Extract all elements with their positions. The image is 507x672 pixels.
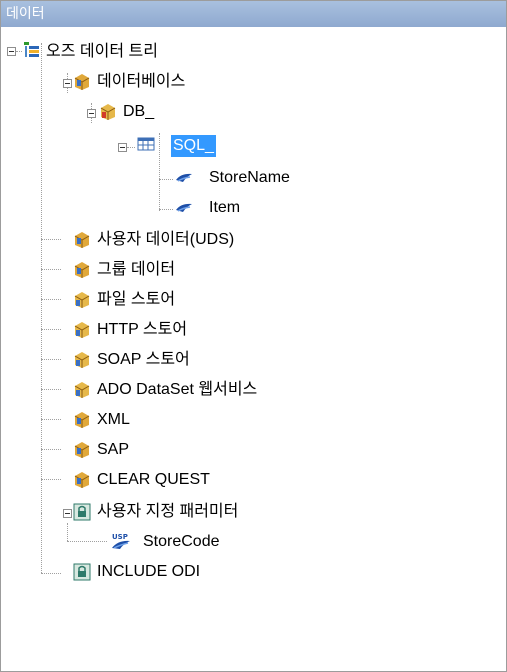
tree-connector	[41, 269, 61, 270]
table-icon	[137, 135, 155, 153]
tree-connector	[41, 239, 61, 240]
user-parameter-icon: USP	[111, 531, 130, 549]
parameter-folder-icon	[73, 503, 91, 521]
collapse-toggle[interactable]	[87, 109, 96, 118]
store-icon	[73, 381, 91, 399]
tree-node-xml[interactable]: XML	[95, 409, 132, 431]
collapse-toggle[interactable]	[63, 79, 72, 88]
store-icon	[73, 291, 91, 309]
panel-title: 데이터	[1, 1, 506, 27]
tree-node-group-data[interactable]: 그룹 데이터	[95, 259, 177, 281]
data-source-folder-icon	[73, 261, 91, 279]
data-source-folder-icon	[73, 441, 91, 459]
data-source-folder-icon	[73, 231, 91, 249]
tree-connector	[41, 573, 61, 574]
data-source-folder-icon	[73, 471, 91, 489]
tree-node-field-storename[interactable]: StoreName	[207, 167, 292, 189]
tree-node-sql[interactable]: SQL_	[171, 135, 216, 157]
tree-connector	[41, 513, 42, 573]
data-panel: 데이터 오즈 데이터 트리 데이터베이스 DB_ SQL_ StoreName …	[0, 0, 507, 672]
tree-node-sap[interactable]: SAP	[95, 439, 131, 461]
field-icon	[175, 199, 193, 217]
data-tree-root-icon	[23, 41, 41, 59]
tree-connector	[41, 419, 61, 420]
store-icon	[73, 351, 91, 369]
tree-node-db[interactable]: DB_	[121, 101, 156, 123]
tree-node-ado-webservice[interactable]: ADO DataSet 웹서비스	[95, 379, 259, 401]
tree-node-field-item[interactable]: Item	[207, 197, 242, 219]
tree-node-clearquest[interactable]: CLEAR QUEST	[95, 469, 212, 491]
tree-node-user-data[interactable]: 사용자 데이터(UDS)	[95, 229, 236, 251]
tree-connector	[159, 209, 173, 210]
tree-node-param-storecode[interactable]: StoreCode	[141, 531, 222, 553]
tree-connector	[67, 523, 68, 541]
tree-node-root[interactable]: 오즈 데이터 트리	[44, 41, 160, 63]
tree-connector	[41, 43, 42, 513]
collapse-toggle[interactable]	[118, 143, 127, 152]
svg-text:USP: USP	[112, 533, 128, 541]
tree-node-file-store[interactable]: 파일 스토어	[95, 289, 177, 311]
tree-node-soap-store[interactable]: SOAP 스토어	[95, 349, 192, 371]
tree-connector	[16, 51, 22, 52]
tree-connector	[41, 329, 61, 330]
tree-connector	[67, 541, 107, 542]
tree-node-include-odi[interactable]: INCLUDE ODI	[95, 561, 202, 583]
field-icon	[175, 169, 193, 187]
tree-connector	[159, 179, 173, 180]
tree-connector	[159, 133, 160, 211]
collapse-toggle[interactable]	[63, 509, 72, 518]
collapse-toggle[interactable]	[7, 47, 16, 56]
database-icon	[99, 103, 117, 121]
data-source-folder-icon	[73, 411, 91, 429]
tree-node-user-params[interactable]: 사용자 지정 패러미터	[95, 501, 240, 523]
tree-connector	[41, 449, 61, 450]
tree-connector	[41, 479, 61, 480]
database-folder-icon	[73, 73, 91, 91]
tree-connector	[127, 147, 135, 148]
tree-node-http-store[interactable]: HTTP 스토어	[95, 319, 189, 341]
tree-connector	[41, 299, 61, 300]
data-tree[interactable]: 오즈 데이터 트리 데이터베이스 DB_ SQL_ StoreName Item…	[1, 29, 506, 669]
tree-node-database[interactable]: 데이터베이스	[95, 71, 187, 93]
store-icon	[73, 321, 91, 339]
tree-connector	[41, 389, 61, 390]
tree-connector	[41, 359, 61, 360]
include-odi-icon	[73, 563, 91, 581]
